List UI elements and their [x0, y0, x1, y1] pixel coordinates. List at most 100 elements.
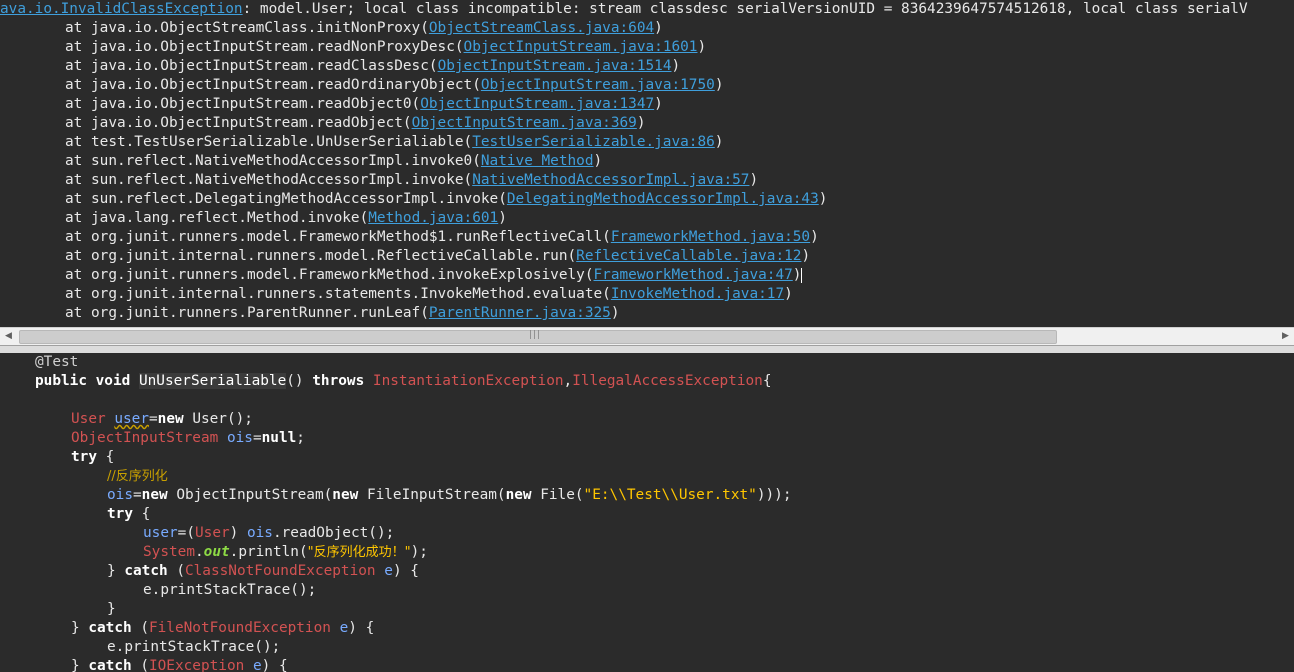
frame-source-link[interactable]: ObjectStreamClass.java:604 — [429, 20, 654, 36]
console-line-exception: ava.io.InvalidClassException: model.User… — [0, 0, 1294, 19]
frame-source-link[interactable]: ObjectInputStream.java:369 — [412, 115, 637, 131]
catch-open: ( — [167, 563, 185, 579]
code-line-ois-assign: ois=new ObjectInputStream(new FileInputS… — [0, 486, 1294, 505]
frame-source-link[interactable]: ParentRunner.java:325 — [429, 305, 611, 321]
frame-close-paren: ) — [784, 286, 793, 302]
keyword-new: new — [157, 411, 193, 427]
code-line-comment: //反序列化 — [0, 467, 1294, 486]
stack-frame-line: at java.io.ObjectInputStream.readOrdinar… — [0, 76, 1294, 95]
scrollbar-thumb[interactable]: ||| — [19, 330, 1057, 344]
code-line-print-stack-1: e.printStackTrace(); — [0, 581, 1294, 600]
semicolon: ; — [296, 430, 305, 446]
frame-source-link[interactable]: NativeMethodAccessorImpl.java:57 — [472, 172, 749, 188]
keyword-new: new — [332, 487, 367, 503]
code-editor[interactable]: @Test public void UnUserSerialiable() th… — [0, 353, 1294, 672]
frame-method: at sun.reflect.NativeMethodAccessorImpl.… — [65, 153, 481, 169]
horizontal-scrollbar[interactable]: ◀ ||| ▶ — [0, 327, 1294, 345]
close-brace: } — [107, 563, 125, 579]
cast-type-user: User — [195, 525, 230, 541]
method-parens: () — [286, 373, 313, 389]
frame-source-link[interactable]: ReflectiveCallable.java:12 — [576, 248, 801, 264]
catch-close: ) { — [348, 620, 375, 636]
frame-source-link[interactable]: ObjectInputStream.java:1347 — [420, 96, 654, 112]
frame-source-link[interactable]: ObjectInputStream.java:1601 — [464, 39, 698, 55]
catch-close: ) { — [392, 563, 419, 579]
code-line-catch-ioe: } catch (IOException e) { — [0, 657, 1294, 672]
code-line-try-inner: try { — [0, 505, 1294, 524]
var-e: e — [339, 620, 349, 636]
user-ctor: User(); — [192, 411, 253, 427]
frame-source-link[interactable]: Native Method — [481, 153, 594, 169]
frame-method: at java.io.ObjectInputStream.readObject0… — [65, 96, 421, 112]
frame-source-link[interactable]: FrameworkMethod.java:47 — [594, 267, 793, 283]
frame-source-link[interactable]: Method.java:601 — [368, 210, 498, 226]
code-line-close-inner: } — [0, 600, 1294, 619]
keyword-catch: catch — [88, 620, 132, 636]
catch-open: ( — [131, 658, 149, 672]
stack-frame-line: at java.lang.reflect.Method.invoke(Metho… — [0, 209, 1294, 228]
cast-open: ( — [186, 525, 195, 541]
frame-close-paren: ) — [636, 115, 646, 131]
frame-method: at org.junit.runners.model.FrameworkMeth… — [65, 229, 611, 245]
type-file-not-found: FileNotFoundException — [148, 620, 331, 636]
scrollbar-grip-icon: ||| — [529, 330, 542, 340]
frame-method: at java.io.ObjectInputStream.readObject( — [65, 115, 412, 131]
fis-ctor: FileInputStream( — [366, 487, 506, 503]
exception-type-illegal-access: IllegalAccessException — [572, 373, 763, 389]
frame-close-paren: ) — [697, 39, 707, 55]
frame-close-paren: ) — [749, 172, 759, 188]
path-string: "E:\\Test\\User.txt" — [583, 487, 757, 503]
brace-open: { — [97, 449, 115, 465]
frame-source-link[interactable]: ObjectInputStream.java:1514 — [438, 58, 672, 74]
exception-type-instantiation: InstantiationException — [372, 373, 564, 389]
print-stack-call: .printStackTrace(); — [151, 582, 317, 598]
println-close: ); — [410, 544, 428, 560]
type-object-input-stream: ObjectInputStream — [71, 430, 227, 446]
catch-open: ( — [131, 620, 149, 636]
code-line-annotation: @Test — [0, 353, 1294, 372]
brace-open: { — [133, 506, 151, 522]
exception-message: : model.User; local class incompatible: … — [242, 1, 1248, 17]
success-string: "反序列化成功！" — [307, 545, 411, 560]
keyword-throws: throws — [312, 373, 373, 389]
open-brace: { — [762, 373, 772, 389]
frame-close-paren: ) — [671, 58, 681, 74]
method-name: UnUserSerialiable — [138, 373, 287, 389]
code-line-catch-fnfe: } catch (FileNotFoundException e) { — [0, 619, 1294, 638]
stack-frame-line: at org.junit.runners.model.FrameworkMeth… — [0, 228, 1294, 247]
keyword-new: new — [141, 487, 177, 503]
frame-method: at org.junit.runners.model.FrameworkMeth… — [65, 267, 594, 283]
comment-deserialize: //反序列化 — [107, 469, 168, 484]
stack-frame-line: at java.io.ObjectInputStream.readObject(… — [0, 114, 1294, 133]
frame-source-link[interactable]: ObjectInputStream.java:1750 — [481, 77, 715, 93]
stack-frame-line: at test.TestUserSerializable.UnUserSeria… — [0, 133, 1294, 152]
frame-source-link[interactable]: DelegatingMethodAccessorImpl.java:43 — [507, 191, 819, 207]
frame-source-link[interactable]: FrameworkMethod.java:50 — [611, 229, 810, 245]
code-line-method-signature: public void UnUserSerialiable() throws I… — [0, 372, 1294, 391]
var-user: user — [143, 525, 178, 541]
scroll-right-arrow-icon[interactable]: ▶ — [1277, 328, 1294, 345]
code-line-println: System.out.println("反序列化成功！"); — [0, 543, 1294, 562]
frame-source-link[interactable]: TestUserSerializable.java:86 — [472, 134, 715, 150]
close-parens: ))); — [756, 487, 792, 503]
print-stack-call: .printStackTrace(); — [115, 639, 281, 655]
stack-frame-line: at org.junit.runners.ParentRunner.runLea… — [0, 304, 1294, 323]
field-out: out — [203, 544, 230, 560]
frame-method: at sun.reflect.NativeMethodAccessorImpl.… — [65, 172, 473, 188]
dot: . — [194, 544, 204, 560]
code-line-try-outer: try { — [0, 448, 1294, 467]
scroll-left-arrow-icon[interactable]: ◀ — [0, 328, 17, 345]
stack-frame-line: at java.io.ObjectStreamClass.initNonProx… — [0, 19, 1294, 38]
stack-frame-line: at sun.reflect.NativeMethodAccessorImpl.… — [0, 152, 1294, 171]
ois-ctor: ObjectInputStream( — [176, 487, 333, 503]
comma: , — [563, 373, 573, 389]
code-line-catch-cnfe: } catch (ClassNotFoundException e) { — [0, 562, 1294, 581]
frame-method: at org.junit.runners.ParentRunner.runLea… — [65, 305, 429, 321]
stack-frame-line: at org.junit.runners.model.FrameworkMeth… — [0, 266, 1294, 285]
exception-link[interactable]: ava.io.InvalidClassException — [0, 1, 243, 17]
frame-source-link[interactable]: InvokeMethod.java:17 — [611, 286, 784, 302]
text-caret — [801, 267, 803, 283]
frame-close-paren: ) — [654, 20, 663, 36]
